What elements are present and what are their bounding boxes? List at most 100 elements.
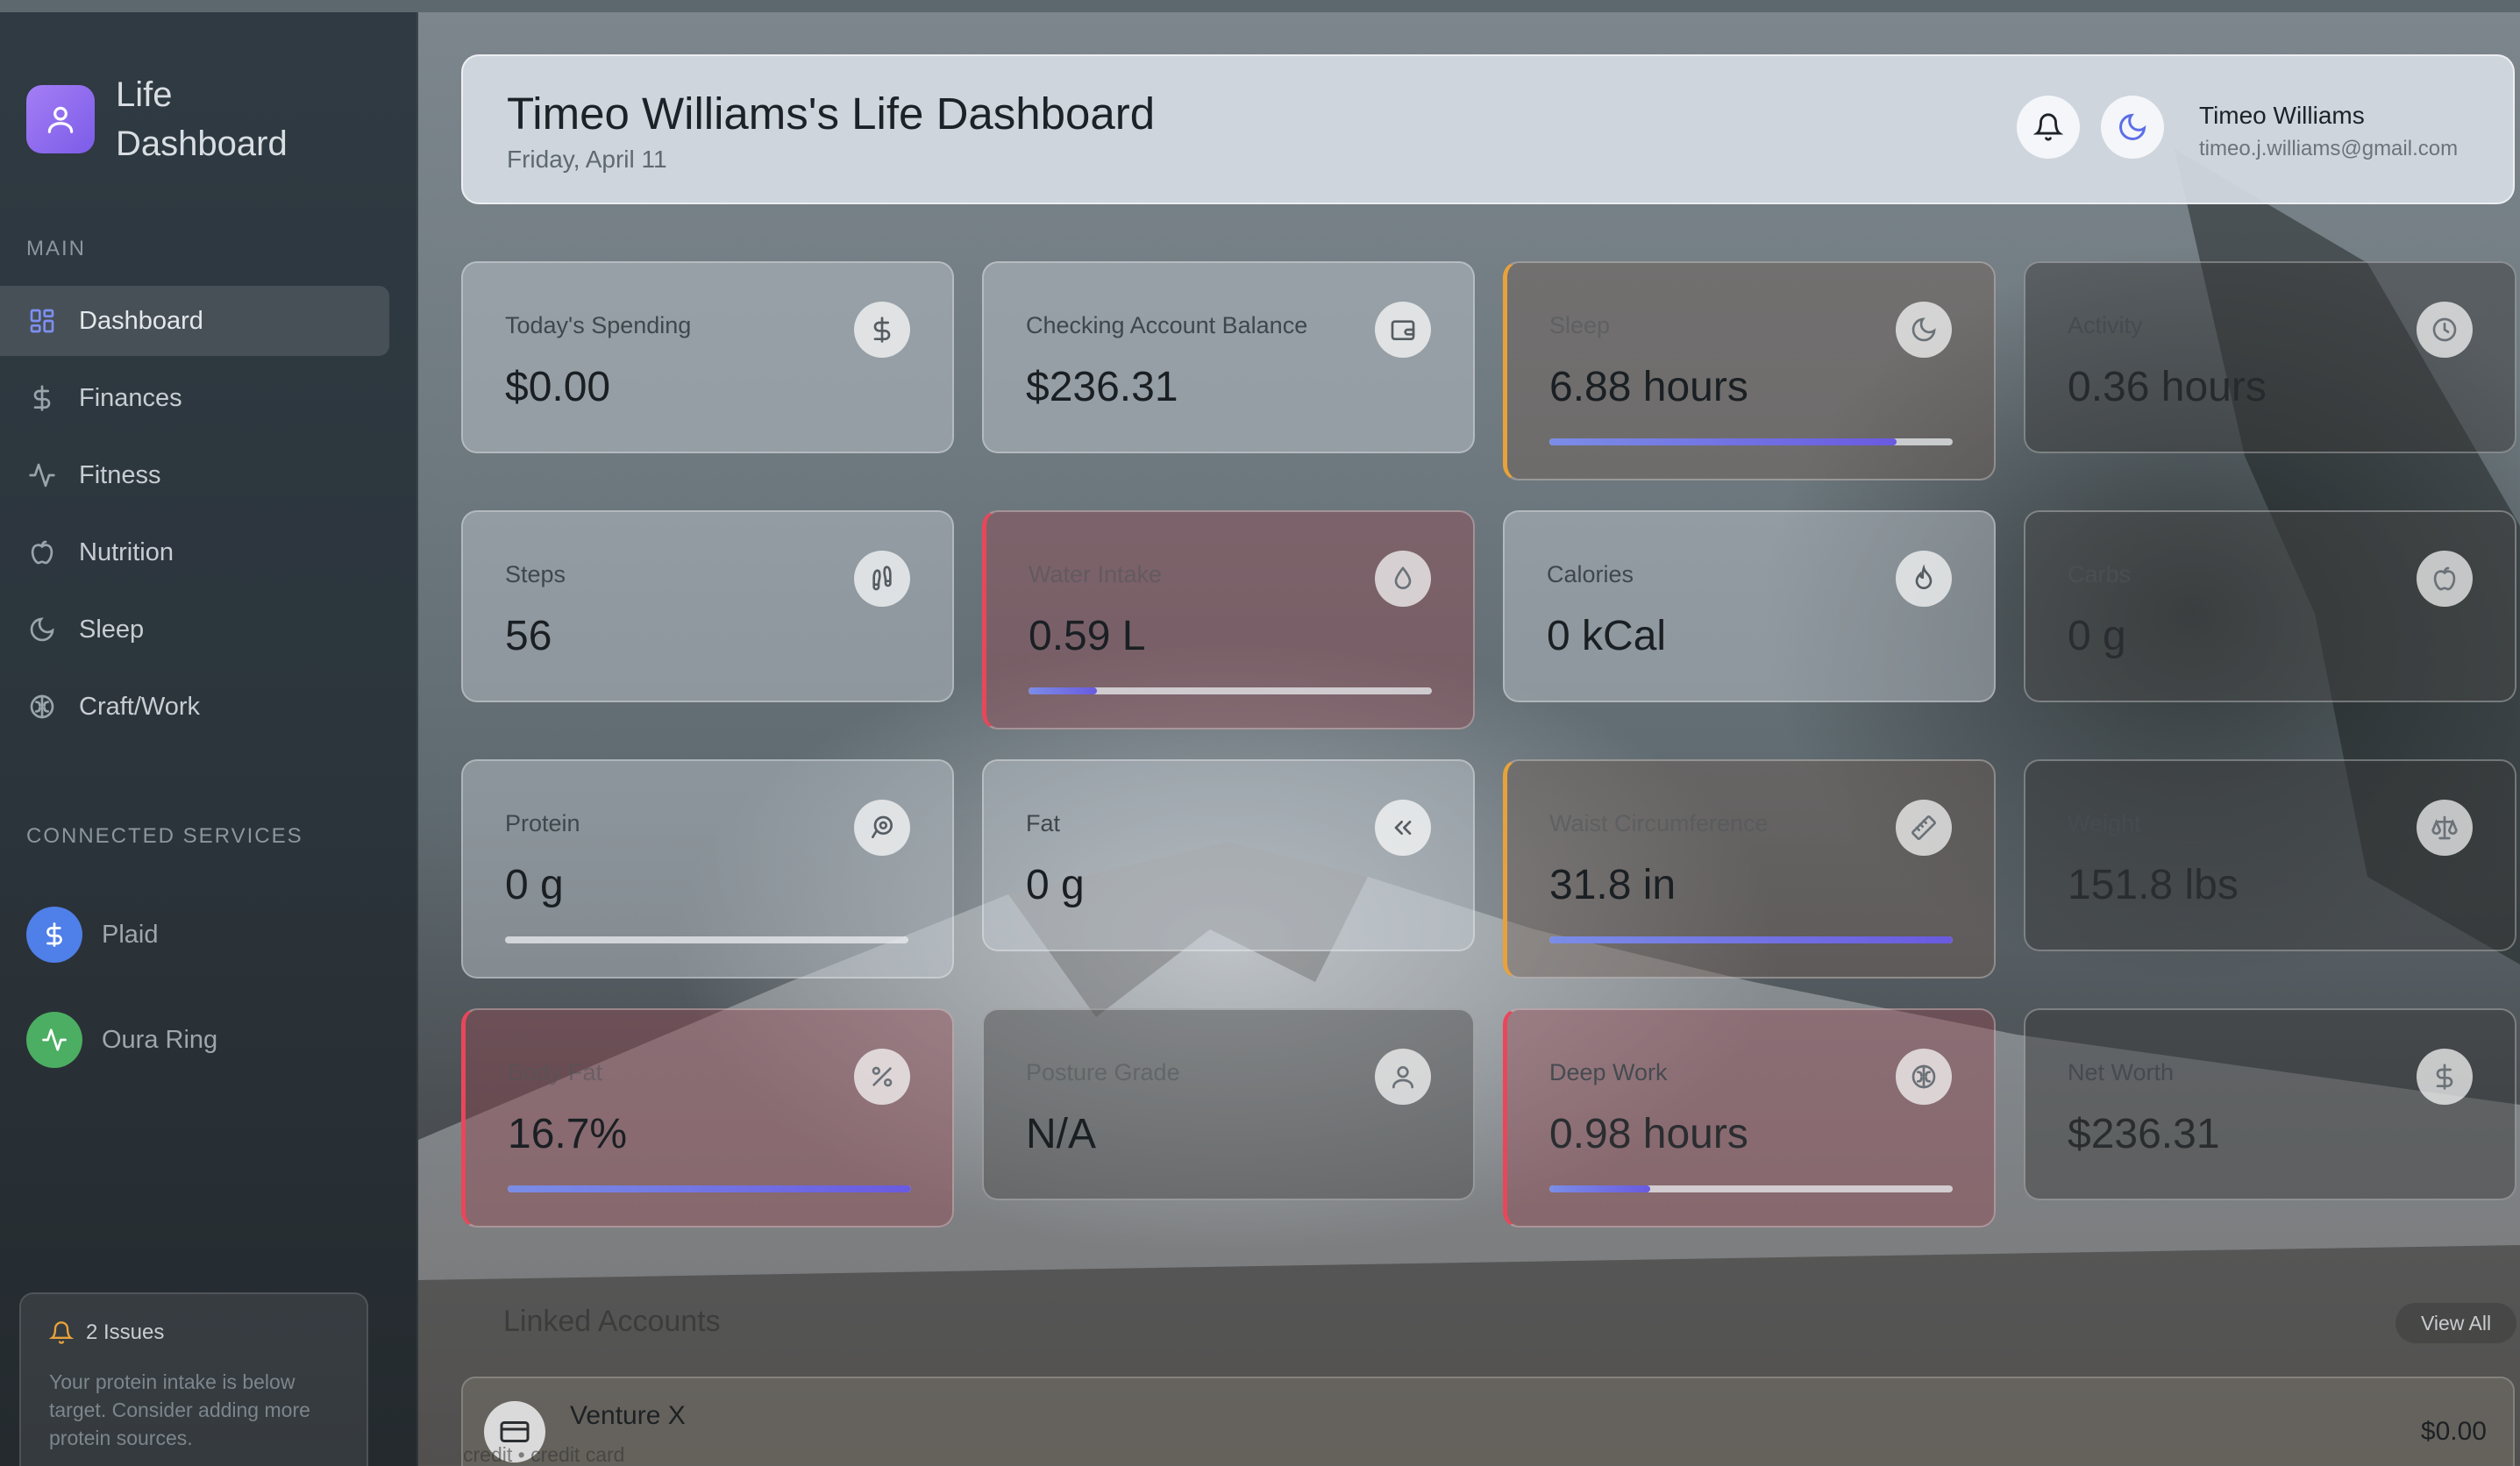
card-value: 0.59 L	[1029, 613, 1146, 659]
linked-accounts-title: Linked Accounts	[503, 1305, 721, 1338]
chevrons-left-icon	[1375, 800, 1431, 856]
notifications-button[interactable]	[2017, 96, 2080, 159]
card-label: Today's Spending	[505, 312, 692, 338]
card-value: $0.00	[505, 364, 611, 410]
deep-work-progress-bar	[1549, 1185, 1953, 1192]
card-net-worth[interactable]: Net Worth $236.31	[2024, 1008, 2516, 1200]
card-carbs[interactable]: Carbs 0 g	[2024, 510, 2516, 702]
nav-item-sleep[interactable]: Sleep	[0, 594, 389, 665]
theme-toggle-button[interactable]	[2101, 96, 2164, 159]
card-steps[interactable]: Steps 56	[461, 510, 954, 702]
card-water-intake[interactable]: Water Intake 0.59 L	[982, 510, 1475, 729]
issues-title: 2 Issues	[86, 1320, 165, 1344]
body-fat-progress-bar	[508, 1185, 911, 1192]
account-name: Venture X	[570, 1401, 686, 1430]
service-label: Oura Ring	[102, 1025, 218, 1054]
card-weight[interactable]: Weight 151.8 lbs	[2024, 759, 2516, 951]
dollar-icon	[854, 302, 910, 358]
user-email: timeo.j.williams@gmail.com	[2199, 137, 2459, 160]
progress-fill	[508, 1185, 911, 1192]
progress-fill	[1549, 1185, 1650, 1192]
user-name[interactable]: Timeo Williams	[2199, 102, 2365, 130]
ruler-icon	[1896, 800, 1952, 856]
apple-icon	[2417, 551, 2473, 607]
progress-fill	[1549, 936, 1953, 943]
card-label: Weight	[2068, 810, 2141, 836]
card-label: Carbs	[2068, 561, 2132, 587]
main-section-label: MAIN	[26, 237, 86, 260]
nav-label: Finances	[79, 383, 182, 412]
view-all-button[interactable]: View All	[2395, 1303, 2516, 1343]
protein-progress-bar	[505, 936, 908, 943]
card-deep-work[interactable]: Deep Work 0.98 hours	[1503, 1008, 1996, 1228]
bell-icon	[49, 1320, 74, 1345]
activity-icon	[26, 1012, 82, 1068]
service-oura-ring[interactable]: Oura Ring	[26, 1010, 217, 1070]
brand[interactable]: Life Dashboard	[26, 70, 344, 168]
nav-label: Fitness	[79, 460, 161, 489]
card-label: Protein	[505, 810, 580, 836]
card-value: 0 kCal	[1547, 613, 1667, 659]
nav-item-finances[interactable]: Finances	[0, 363, 389, 433]
nav-item-fitness[interactable]: Fitness	[0, 440, 389, 510]
percent-icon	[854, 1049, 910, 1105]
card-value: 0 g	[2068, 613, 2126, 659]
user-icon	[1375, 1049, 1431, 1105]
account-row[interactable]: Venture X credit • credit card $0.00	[461, 1377, 2515, 1466]
card-value: N/A	[1026, 1111, 1097, 1157]
card-value: 0.98 hours	[1549, 1111, 1748, 1157]
card-label: Posture Grade	[1026, 1059, 1180, 1085]
service-plaid[interactable]: Plaid	[26, 905, 217, 964]
water-progress-bar	[1029, 687, 1432, 694]
card-value: 6.88 hours	[1549, 364, 1748, 410]
card-label: Fat	[1026, 810, 1061, 836]
card-label: Steps	[505, 561, 566, 587]
grid-icon	[26, 305, 58, 337]
card-activity[interactable]: Activity 0.36 hours	[2024, 261, 2516, 453]
brain-icon	[26, 691, 58, 722]
card-value: 56	[505, 613, 552, 659]
issues-text: Your protein intake is below target. Con…	[49, 1370, 310, 1449]
main-nav: Dashboard Finances Fitness Nutrition Sle…	[0, 286, 389, 749]
card-checking-balance[interactable]: Checking Account Balance $236.31	[982, 261, 1475, 453]
moon-icon	[1896, 302, 1952, 358]
page-date: Friday, April 11	[507, 146, 667, 173]
card-calories[interactable]: Calories 0 kCal	[1503, 510, 1996, 702]
card-protein[interactable]: Protein 0 g	[461, 759, 954, 979]
card-value: $236.31	[1026, 364, 1178, 410]
card-label: Net Worth	[2068, 1059, 2175, 1085]
nav-label: Sleep	[79, 615, 145, 644]
page-header: Timeo Williams's Life Dashboard Friday, …	[461, 54, 2515, 204]
card-body-fat[interactable]: Body Fat 16.7%	[461, 1008, 954, 1228]
card-value: 151.8 lbs	[2068, 862, 2239, 908]
droplet-icon	[1375, 551, 1431, 607]
card-fat[interactable]: Fat 0 g	[982, 759, 1475, 951]
card-todays-spending[interactable]: Today's Spending $0.00	[461, 261, 954, 453]
dollar-icon	[2417, 1049, 2473, 1105]
connected-services-label: CONNECTED SERVICES	[26, 824, 303, 848]
sidebar: Life Dashboard MAIN Dashboard Finances F…	[0, 12, 418, 1466]
brain-icon	[1896, 1049, 1952, 1105]
card-label: Waist Circumference	[1549, 810, 1769, 836]
brand-title: Life Dashboard	[116, 75, 288, 163]
footprints-icon	[854, 551, 910, 607]
card-sleep[interactable]: Sleep 6.88 hours	[1503, 261, 1996, 480]
activity-icon	[26, 459, 58, 491]
card-posture-grade[interactable]: Posture Grade N/A	[982, 1008, 1475, 1200]
card-label: Body Fat	[508, 1059, 603, 1085]
card-waist-circumference[interactable]: Waist Circumference 31.8 in	[1503, 759, 1996, 979]
window-top-strip	[0, 0, 2520, 12]
account-subtitle: credit • credit card	[463, 1443, 625, 1466]
nav-item-craft-work[interactable]: Craft/Work	[0, 672, 389, 742]
progress-fill	[1029, 687, 1098, 694]
dollar-icon	[26, 382, 58, 414]
card-label: Sleep	[1549, 312, 1611, 338]
dollar-icon	[26, 907, 82, 963]
account-amount: $0.00	[2420, 1417, 2487, 1446]
nav-item-nutrition[interactable]: Nutrition	[0, 517, 389, 587]
nav-label: Nutrition	[79, 537, 174, 566]
flame-icon	[1896, 551, 1952, 607]
nav-item-dashboard[interactable]: Dashboard	[0, 286, 389, 356]
issues-panel[interactable]: 2 Issues Your protein intake is below ta…	[19, 1292, 368, 1466]
clock-icon	[2417, 302, 2473, 358]
